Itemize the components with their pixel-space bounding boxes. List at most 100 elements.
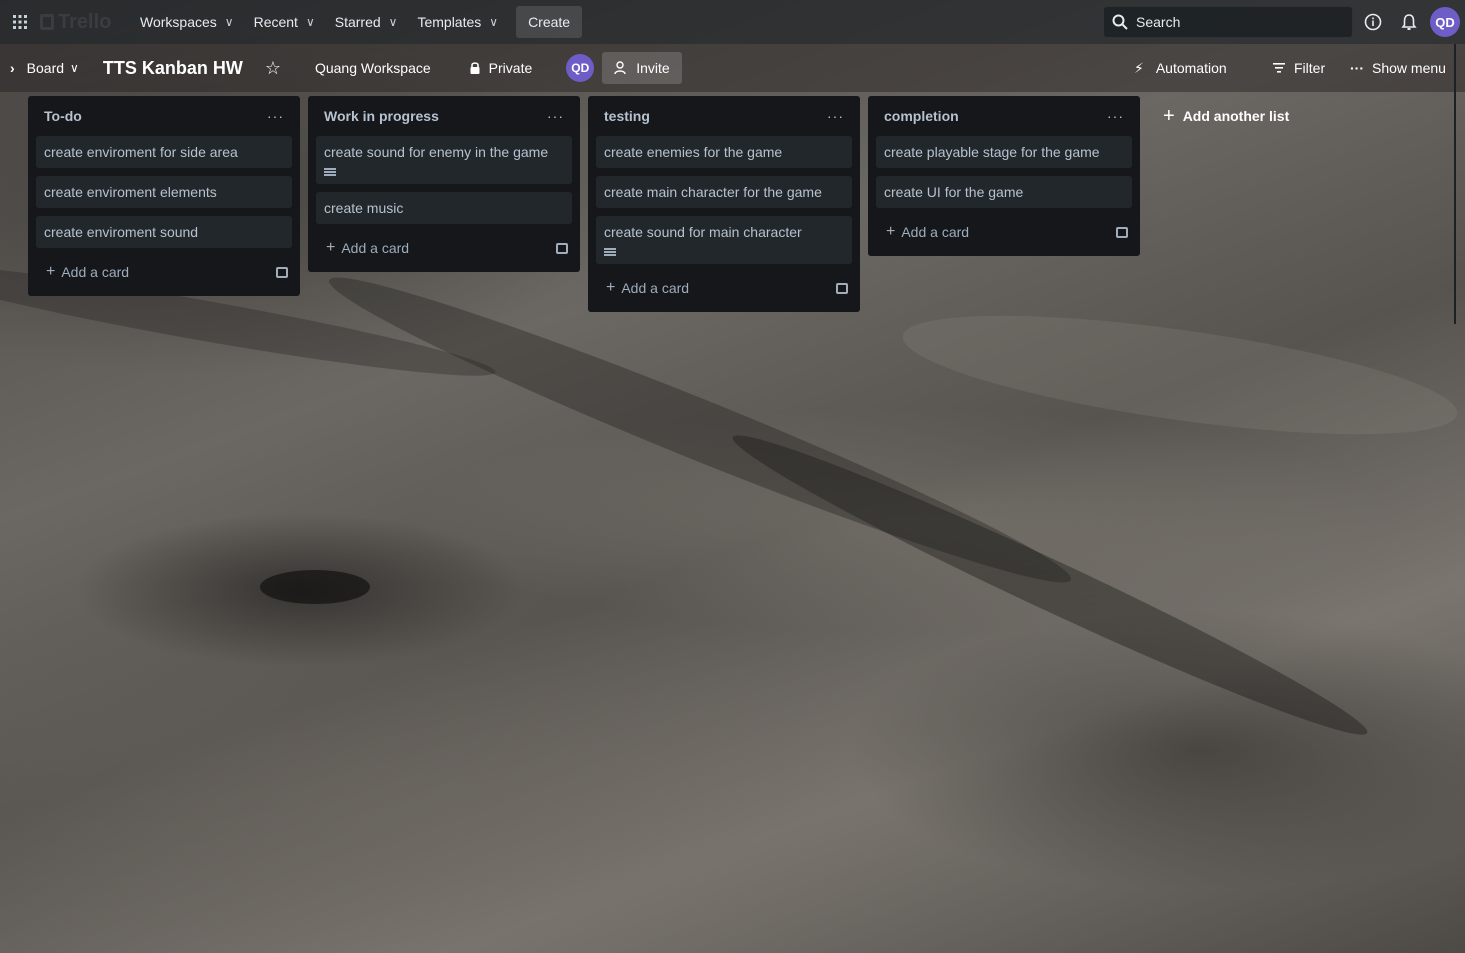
recent-menu[interactable]: Recent ∨: [244, 6, 325, 38]
plus-icon: +: [606, 279, 616, 296]
starred-label: Starred: [334, 14, 381, 30]
add-person-icon: [614, 61, 626, 75]
add-card-label: Add a card: [341, 240, 410, 256]
filter-icon: [1273, 63, 1285, 73]
chevron-down-icon: ∨: [489, 15, 499, 29]
list-actions-icon[interactable]: ···: [267, 108, 284, 124]
card-title: create main character for the game: [604, 184, 822, 200]
add-another-list-button[interactable]: + Add another list: [1149, 96, 1421, 136]
templates-label: Templates: [417, 14, 482, 30]
card[interactable]: create playable stage for the game: [876, 136, 1132, 168]
create-from-template-icon[interactable]: [1116, 226, 1128, 238]
plus-icon: +: [886, 223, 896, 240]
card-title: create sound for main character: [604, 224, 802, 240]
list-header: testing ···: [596, 96, 852, 136]
chevron-down-icon: ∨: [305, 15, 315, 29]
list-title[interactable]: To-do: [44, 108, 82, 124]
card-title: create enviroment elements: [44, 184, 217, 200]
workspace-button[interactable]: Quang Workspace: [303, 52, 443, 84]
card[interactable]: create enviroment elements: [36, 176, 292, 208]
list-actions-icon[interactable]: ···: [827, 108, 844, 124]
automation-button[interactable]: ⚡︎ Automation: [1122, 52, 1239, 84]
chevron-down-icon: ∨: [224, 15, 234, 29]
list-testing: testing ··· create enemies for the game …: [588, 96, 860, 312]
add-card-row: + Add a card: [36, 256, 292, 288]
automation-label: Automation: [1155, 60, 1227, 76]
board-header: › Board ∨ TTS Kanban HW ☆ Quang Workspac…: [0, 44, 1465, 92]
trello-logo-icon: [40, 14, 54, 30]
add-card-row: + Add a card: [316, 232, 572, 264]
list-header: To-do ···: [36, 96, 292, 136]
visibility-button[interactable]: Private: [457, 52, 545, 84]
card-title: create sound for enemy in the game: [324, 144, 549, 160]
add-card-button[interactable]: + Add a card: [46, 263, 129, 281]
add-list-label: Add another list: [1182, 108, 1290, 124]
add-card-label: Add a card: [901, 224, 970, 240]
create-from-template-icon[interactable]: [836, 282, 848, 294]
card[interactable]: create music: [316, 192, 572, 224]
list-actions-icon[interactable]: ···: [547, 108, 564, 124]
board-title[interactable]: TTS Kanban HW: [103, 58, 243, 79]
trello-logo[interactable]: Trello: [40, 11, 130, 34]
lock-icon: [470, 62, 480, 74]
filter-button[interactable]: Filter: [1260, 52, 1337, 84]
card-title: create enemies for the game: [604, 144, 783, 160]
card[interactable]: create sound for enemy in the game: [316, 136, 572, 184]
invite-button[interactable]: Invite: [602, 52, 682, 84]
create-button[interactable]: Create: [516, 6, 583, 38]
add-card-label: Add a card: [621, 280, 690, 296]
card-title: create UI for the game: [884, 184, 1024, 200]
add-card-row: + Add a card: [596, 272, 852, 304]
add-card-row: + Add a card: [876, 216, 1132, 248]
list-title[interactable]: Work in progress: [324, 108, 439, 124]
list-title[interactable]: completion: [884, 108, 959, 124]
board-view-switcher[interactable]: Board ∨: [27, 60, 79, 76]
add-card-button[interactable]: + Add a card: [326, 239, 409, 257]
card-title: create playable stage for the game: [884, 144, 1100, 160]
board-view-label: Board: [26, 60, 65, 76]
notifications-bell-icon[interactable]: [1397, 10, 1421, 34]
more-horizontal-icon: ···: [1350, 60, 1364, 76]
app-switcher-icon[interactable]: [4, 6, 36, 38]
card[interactable]: create enviroment for side area: [36, 136, 292, 168]
right-panel-edge: [1454, 44, 1456, 324]
card[interactable]: create enemies for the game: [596, 136, 852, 168]
top-navigation-bar: Trello Workspaces ∨ Recent ∨ Starred ∨ T…: [0, 0, 1465, 44]
list-work-in-progress: Work in progress ··· create sound for en…: [308, 96, 580, 272]
card[interactable]: create main character for the game: [596, 176, 852, 208]
search-icon: [1112, 14, 1128, 30]
create-from-template-icon[interactable]: [556, 242, 568, 254]
lightning-icon: ⚡︎: [1134, 59, 1144, 76]
list-todo: To-do ··· create enviroment for side are…: [28, 96, 300, 296]
list-completion: completion ··· create playable stage for…: [868, 96, 1140, 256]
account-avatar[interactable]: QD: [1430, 7, 1460, 37]
info-icon[interactable]: [1361, 10, 1385, 34]
create-from-template-icon[interactable]: [276, 266, 288, 278]
card-title: create enviroment sound: [44, 224, 199, 240]
list-header: completion ···: [876, 96, 1132, 136]
plus-icon: +: [46, 263, 56, 280]
add-card-button[interactable]: + Add a card: [606, 279, 689, 297]
filter-label: Filter: [1294, 60, 1326, 76]
card[interactable]: create enviroment sound: [36, 216, 292, 248]
templates-menu[interactable]: Templates ∨: [407, 6, 508, 38]
visibility-label: Private: [488, 60, 533, 76]
expand-sidebar-icon[interactable]: ›: [10, 60, 15, 76]
starred-menu[interactable]: Starred ∨: [325, 6, 408, 38]
search-input[interactable]: Search: [1103, 6, 1353, 38]
star-board-icon[interactable]: ☆: [265, 58, 281, 79]
description-icon: [604, 248, 616, 256]
card-title: create enviroment for side area: [44, 144, 238, 160]
add-card-button[interactable]: + Add a card: [886, 223, 969, 241]
list-header: Work in progress ···: [316, 96, 572, 136]
invite-label: Invite: [636, 60, 670, 76]
board-member-avatar[interactable]: QD: [566, 54, 595, 82]
add-card-label: Add a card: [61, 264, 130, 280]
list-actions-icon[interactable]: ···: [1107, 108, 1124, 124]
plus-icon: +: [1163, 104, 1175, 127]
card[interactable]: create UI for the game: [876, 176, 1132, 208]
card[interactable]: create sound for main character: [596, 216, 852, 264]
list-title[interactable]: testing: [604, 108, 650, 124]
workspaces-menu[interactable]: Workspaces ∨: [130, 6, 244, 38]
show-menu-button[interactable]: ··· Show menu: [1338, 52, 1458, 84]
